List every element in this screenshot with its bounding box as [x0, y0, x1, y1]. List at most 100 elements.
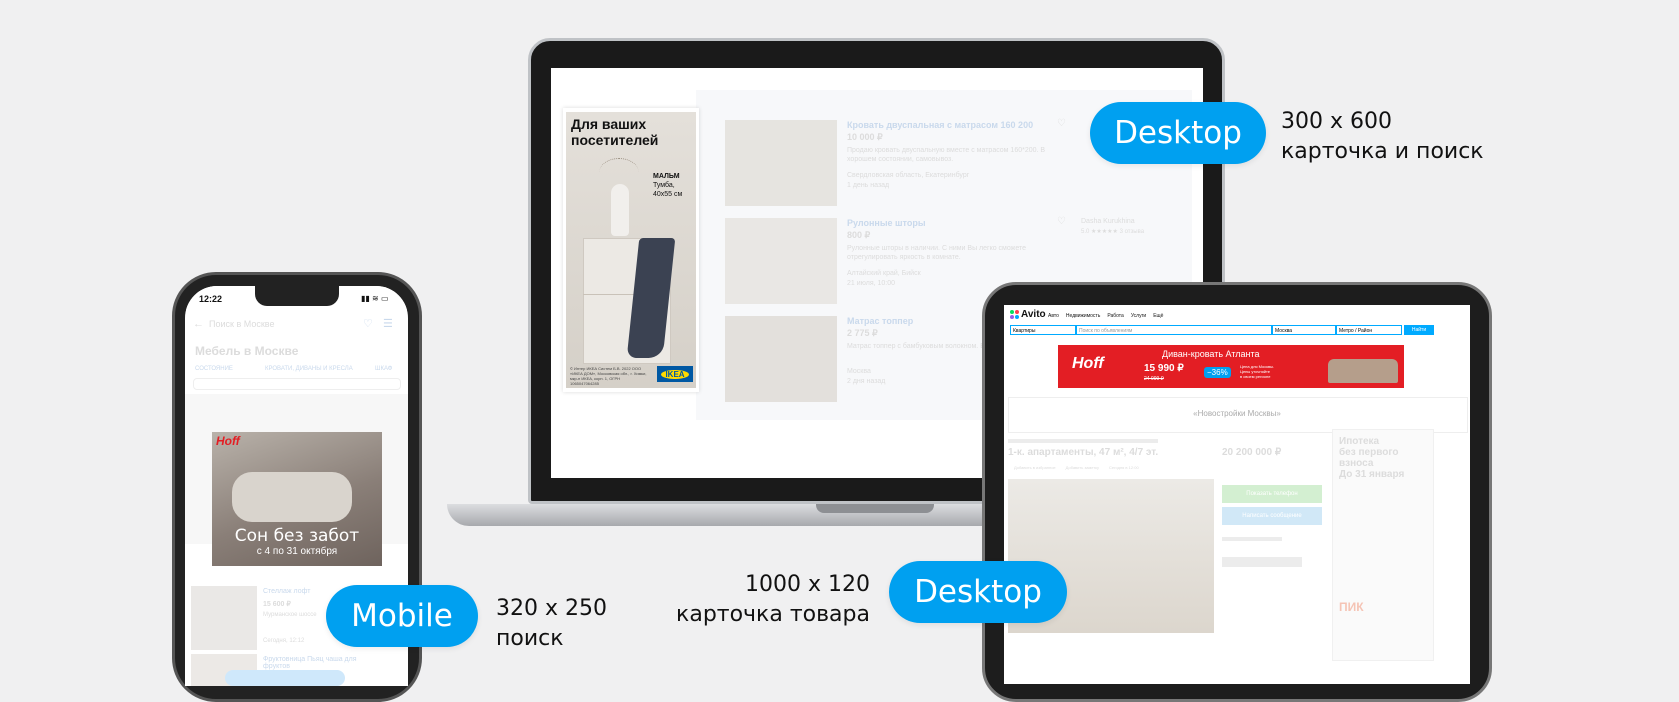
- pik-logo: ПИК: [1339, 600, 1364, 614]
- listing-price: 10 000 ₽: [847, 132, 883, 142]
- city-value: Москва: [1275, 328, 1293, 334]
- listing-time: 1 день назад: [847, 182, 890, 189]
- top-nav: Авто Недвижимость Работа Услуги Ещё: [1048, 313, 1163, 319]
- write-message-button[interactable]: Написать сообщение: [1222, 507, 1322, 525]
- discount-badge: −36%: [1204, 367, 1231, 378]
- signal-icon: ▮▮ ≋ ▭: [361, 294, 389, 303]
- search-chip[interactable]: [193, 378, 401, 390]
- status-time: 12:22: [199, 294, 223, 304]
- nav-item[interactable]: Авто: [1048, 313, 1059, 319]
- caption-line: 300 x 600: [1281, 109, 1392, 134]
- favorite-icon[interactable]: ♡: [1057, 118, 1066, 129]
- page-title: Мебель в Москве: [195, 344, 299, 358]
- product-type: Тумба,: [653, 182, 675, 189]
- side-ad-line: До 31 января: [1339, 469, 1405, 480]
- ad-product: МАЛЬМ Тумба, 40x55 см: [653, 172, 682, 199]
- ad-skyscraper[interactable]: Для ваших посетителей МАЛЬМ Тумба, 40x55…: [563, 108, 699, 392]
- city-select[interactable]: Москва: [1272, 325, 1336, 335]
- listing-price: 20 200 000 ₽: [1222, 447, 1282, 458]
- listing-price: 800 ₽: [847, 230, 871, 240]
- search-button[interactable]: Найти: [1404, 325, 1434, 335]
- listing-photo: [191, 586, 257, 650]
- filter-chip[interactable]: КРОВАТИ, ДИВАНЫ И КРЕСЛА: [265, 366, 353, 372]
- listing-photo: [725, 218, 837, 304]
- desktop-bottom-caption: 1000 x 120 карточка товара: [640, 570, 870, 630]
- back-arrow-icon[interactable]: ←: [193, 318, 204, 330]
- seller-block: [1222, 537, 1282, 541]
- listing-title[interactable]: Рулонные шторы: [847, 218, 926, 228]
- add-favorite-link[interactable]: Добавить в избранное: [1014, 465, 1056, 470]
- phone-notch: [255, 286, 339, 306]
- listing-location: Алтайский край, Бийск: [847, 270, 921, 277]
- listing-title[interactable]: Стеллаж лофт: [263, 588, 310, 595]
- listing-time: 21 июля, 10:00: [847, 280, 896, 287]
- product-size: 40x55 см: [653, 191, 683, 198]
- ad-fine-print: © Интер ИКЕА Систем Б.В. 2022 ООО «ИКЕА …: [570, 366, 647, 386]
- caption-line: карточка товара: [676, 602, 870, 627]
- ikea-logo: IKEA: [657, 366, 693, 382]
- ad-leaderboard[interactable]: Hoff Диван-кровать Атланта 15 990 ₽ 24 9…: [1058, 345, 1404, 388]
- show-phone-button[interactable]: Показать телефон: [1222, 485, 1322, 503]
- side-ad-line: Ипотека: [1339, 436, 1380, 447]
- nav-item[interactable]: Недвижимость: [1066, 313, 1100, 319]
- nav-item[interactable]: Услуги: [1131, 313, 1146, 319]
- desktop-label-top: Desktop: [1090, 102, 1266, 164]
- listing-title[interactable]: Матрас топпер: [847, 316, 913, 326]
- subscribe-button[interactable]: [1222, 557, 1302, 567]
- hoff-logo: Hoff: [216, 434, 240, 448]
- listing-meta: Мурманское шоссе: [263, 612, 317, 618]
- sofa-image: [1328, 359, 1398, 383]
- search-input[interactable]: Поиск по объявлениям: [1076, 325, 1272, 335]
- hoff-logo: Hoff: [1072, 355, 1104, 372]
- filter-chip[interactable]: СОСТОЯНИЕ: [195, 366, 233, 372]
- listing-time: 2 дня назад: [847, 378, 886, 385]
- mobile-caption: 320 x 250 поиск: [496, 594, 607, 654]
- listing-desc: Рулонные шторы в наличии. С ними Вы легк…: [847, 245, 1027, 261]
- listing-location: Свердловская область, Екатеринбург: [847, 172, 970, 179]
- metro-value: Метро / Район: [1339, 328, 1373, 334]
- desktop-top-caption: 300 x 600 карточка и поиск: [1281, 107, 1484, 167]
- category-select[interactable]: Квартиры: [1010, 325, 1076, 335]
- section-title[interactable]: «Новостройки Москвы»: [1004, 409, 1470, 418]
- avito-logo[interactable]: Avito: [1010, 309, 1046, 320]
- metro-select[interactable]: Метро / Район: [1336, 325, 1402, 335]
- seller-rating: 5.0 ★★★★★ 3 отзыва: [1081, 229, 1145, 235]
- listing-time: Сегодня, 12:12: [263, 638, 305, 644]
- seller-name: Dasha Kurukhina: [1081, 218, 1135, 225]
- laptop-notch: [816, 504, 934, 513]
- filter-icon[interactable]: ☰: [383, 317, 393, 330]
- heart-icon[interactable]: ♡: [363, 317, 373, 330]
- search-placeholder: Поиск по объявлениям: [1079, 328, 1133, 334]
- desktop-label-bottom: Desktop: [889, 561, 1067, 623]
- search-input[interactable]: Поиск в Москве: [209, 319, 274, 329]
- banner-note: Цена для Москвы. Цены уточняйте в своем …: [1240, 364, 1274, 379]
- listing-price: 15 600 ₽: [263, 601, 291, 608]
- add-note-link[interactable]: Добавить заметку: [1066, 465, 1099, 470]
- nav-item[interactable]: Ещё: [1153, 313, 1163, 319]
- listing-desc: Продаю кровать двуспальную вместе с матр…: [847, 147, 1046, 163]
- listing-photo: [725, 120, 837, 206]
- side-ad[interactable]: Ипотека без первого взноса До 31 января …: [1332, 429, 1434, 661]
- listing-date: Сегодня в 12:00: [1108, 465, 1139, 470]
- favorite-icon[interactable]: ♡: [1057, 216, 1066, 227]
- banner-title: Диван-кровать Атланта: [1162, 349, 1260, 359]
- banner-price: 15 990 ₽: [1144, 363, 1184, 374]
- avito-logo-icon: [1010, 310, 1019, 319]
- tablet-screen: Avito Авто Недвижимость Работа Услуги Ещ…: [1004, 305, 1470, 684]
- ad-banner[interactable]: Hoff Сон без забот с 4 по 31 октября: [212, 432, 382, 566]
- product-name: МАЛЬМ: [653, 173, 680, 180]
- ad-headline: Сон без забот: [234, 526, 360, 546]
- bed-image: [232, 472, 352, 522]
- ikea-logo-text: IKEA: [661, 369, 689, 379]
- ad-headline: Для ваших посетителей: [571, 116, 658, 148]
- listing-title[interactable]: Фруктовница Пьяц чаша для фруктов: [263, 656, 373, 670]
- ad-headline-line: посетителей: [571, 132, 659, 148]
- listing-photo: [725, 316, 837, 402]
- listing-title: 1-к. апартаменты, 47 м², 4/7 эт.: [1008, 447, 1159, 458]
- side-ad-line: взноса: [1339, 458, 1374, 469]
- caption-line: 320 x 250: [496, 596, 607, 621]
- filter-chip[interactable]: ШКАФ: [375, 366, 392, 372]
- mobile-label: Mobile: [326, 585, 478, 647]
- listing-title[interactable]: Кровать двуспальная с матрасом 160 200: [847, 120, 1033, 130]
- nav-item[interactable]: Работа: [1107, 313, 1124, 319]
